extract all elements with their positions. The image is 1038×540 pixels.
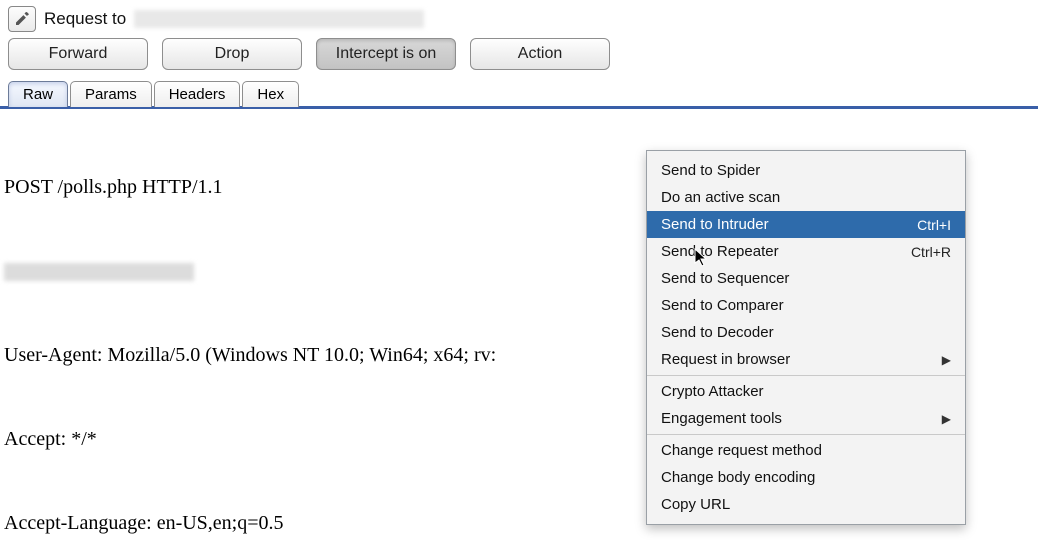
context-menu-item-label: Change body encoding [661, 469, 815, 486]
context-menu-separator [647, 375, 965, 376]
request-header-row: Request to [8, 6, 1030, 32]
submenu-arrow-icon: ▶ [942, 412, 951, 426]
context-menu: Send to Spider Do an active scan Send to I… [646, 150, 966, 525]
context-menu-item[interactable]: Request in browser ▶ [647, 346, 965, 373]
context-menu-item-label: Do an active scan [661, 189, 780, 206]
context-menu-item[interactable]: Change request method [647, 437, 965, 464]
tab-raw[interactable]: Raw [8, 81, 68, 107]
context-menu-item[interactable]: Crypto Attacker [647, 378, 965, 405]
context-menu-item[interactable]: Send to Intruder Ctrl+I [647, 211, 965, 238]
view-tabs: Raw Params Headers Hex [0, 80, 1038, 109]
pencil-icon [14, 11, 30, 27]
context-menu-item[interactable]: Send to Repeater Ctrl+R [647, 238, 965, 265]
context-menu-item-label: Crypto Attacker [661, 383, 764, 400]
action-toolbar: Forward Drop Intercept is on Action [8, 38, 1030, 70]
context-menu-item-label: Send to Intruder [661, 216, 769, 233]
edit-icon-button[interactable] [8, 6, 36, 32]
forward-button[interactable]: Forward [8, 38, 148, 70]
context-menu-item-label: Copy URL [661, 496, 730, 513]
context-menu-item-label: Send to Sequencer [661, 270, 789, 287]
tab-params[interactable]: Params [70, 81, 152, 107]
context-menu-item-label: Engagement tools [661, 410, 782, 427]
context-menu-item-label: Send to Spider [661, 162, 760, 179]
context-menu-item[interactable]: Copy URL [647, 491, 965, 518]
request-host-redacted [134, 10, 424, 28]
request-to-label: Request to [44, 9, 126, 29]
drop-button[interactable]: Drop [162, 38, 302, 70]
context-menu-item[interactable]: Send to Decoder [647, 319, 965, 346]
context-menu-item-label: Send to Comparer [661, 297, 784, 314]
submenu-arrow-icon: ▶ [942, 353, 951, 367]
context-menu-item[interactable]: Send to Comparer [647, 292, 965, 319]
context-menu-shortcut: Ctrl+I [917, 217, 951, 233]
tab-headers[interactable]: Headers [154, 81, 241, 107]
context-menu-item[interactable]: Change body encoding [647, 464, 965, 491]
context-menu-item-label: Send to Repeater [661, 243, 779, 260]
context-menu-item[interactable]: Send to Spider [647, 157, 965, 184]
context-menu-item-label: Request in browser [661, 351, 790, 368]
context-menu-item-label: Send to Decoder [661, 324, 774, 341]
context-menu-separator [647, 434, 965, 435]
action-button[interactable]: Action [470, 38, 610, 70]
context-menu-item[interactable]: Send to Sequencer [647, 265, 965, 292]
intercept-toggle-button[interactable]: Intercept is on [316, 38, 456, 70]
context-menu-item-label: Change request method [661, 442, 822, 459]
tab-hex[interactable]: Hex [242, 81, 299, 107]
context-menu-shortcut: Ctrl+R [911, 244, 951, 260]
context-menu-item[interactable]: Engagement tools ▶ [647, 405, 965, 432]
context-menu-item[interactable]: Do an active scan [647, 184, 965, 211]
